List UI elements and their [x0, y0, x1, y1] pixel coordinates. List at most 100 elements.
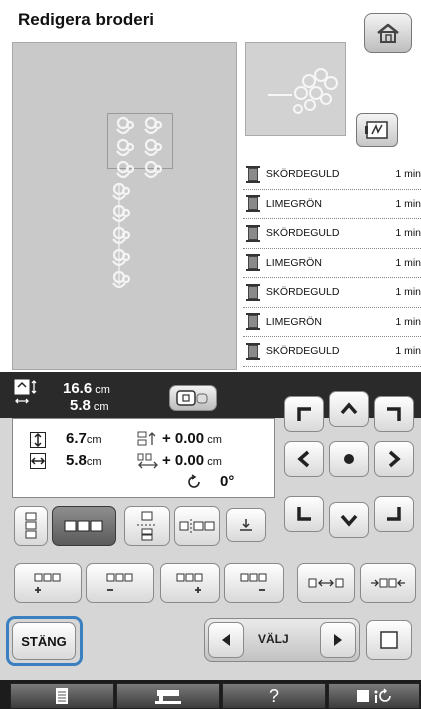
- preview-button[interactable]: [356, 113, 398, 147]
- thread-row[interactable]: LIMEGRÖN 1 min: [243, 249, 421, 278]
- layout-split-horizontal-button[interactable]: [174, 506, 220, 546]
- info-offset-x: + 0.00 cm: [162, 452, 222, 469]
- sewing-machine-icon: [155, 690, 181, 704]
- embroidery-canvas[interactable]: [12, 42, 237, 370]
- design-thumbnail: [245, 42, 346, 136]
- embroidery-design: [112, 116, 163, 289]
- size-height-unit: cm: [95, 384, 110, 396]
- corner-down-right-icon: [387, 507, 401, 521]
- arrow-down-box-icon: [240, 519, 252, 531]
- size-height-value: 16.6: [63, 380, 93, 397]
- info-width-unit: cm: [86, 456, 102, 468]
- repeat-remove-icon: [106, 573, 133, 591]
- thread-row[interactable]: SKÖRDEGULD 1 min: [243, 219, 421, 249]
- thread-name: SKÖRDEGULD: [265, 345, 340, 358]
- info-offset-y: + 0.00 cm: [162, 430, 222, 447]
- spool-icon: [246, 224, 260, 242]
- tab-machine[interactable]: [116, 683, 220, 709]
- thread-time: 1 min: [395, 197, 421, 210]
- layout-split-vertical-button[interactable]: [124, 506, 170, 546]
- layout-vertical-icon: [25, 512, 37, 539]
- spacing-narrow-icon: [371, 578, 405, 588]
- offset-y-unit: cm: [207, 434, 222, 446]
- spacing-widen-icon: [308, 578, 344, 588]
- center-button[interactable]: [329, 441, 369, 477]
- thread-time: 1 min: [395, 345, 421, 358]
- info-height: 6.7cm: [66, 430, 102, 447]
- select-next-button[interactable]: [320, 622, 356, 658]
- info-width: 5.8cm: [66, 452, 102, 469]
- move-right-button[interactable]: [374, 441, 414, 477]
- hoop-select-button[interactable]: [169, 385, 217, 411]
- move-left-button[interactable]: [284, 441, 324, 477]
- tab-help[interactable]: ?: [222, 683, 326, 709]
- move-up-right-button[interactable]: [374, 396, 414, 432]
- thread-name: LIMEGRÖN: [265, 315, 322, 328]
- repeat-remove-right-icon: [240, 573, 267, 591]
- thread-row[interactable]: SKÖRDEGULD 1 min: [243, 278, 421, 308]
- thread-time: 1 min: [395, 168, 421, 181]
- info-height-unit: cm: [86, 434, 102, 446]
- thread-name: LIMEGRÖN: [265, 197, 322, 210]
- repeat-down-button[interactable]: [226, 508, 266, 542]
- thread-name: SKÖRDEGULD: [265, 168, 340, 181]
- spool-icon: [246, 254, 260, 272]
- repeat-add-icon: [34, 573, 61, 593]
- select-label: VÄLJ: [258, 632, 289, 646]
- layout-horizontal-icon: [64, 520, 103, 532]
- size-width-unit: cm: [93, 401, 109, 413]
- remove-repeat-right-button[interactable]: [224, 563, 284, 603]
- thread-row[interactable]: LIMEGRÖN 1 min: [243, 190, 421, 219]
- repeat-add-right-icon: [176, 573, 203, 593]
- thread-row[interactable]: LIMEGRÖN 1 min: [243, 308, 421, 337]
- info-rotation: 0°: [220, 473, 235, 490]
- spacing-widen-button[interactable]: [297, 563, 355, 603]
- size-icon: [14, 379, 37, 404]
- close-button[interactable]: STÄNG: [12, 622, 76, 660]
- spacing-narrow-button[interactable]: [360, 563, 416, 603]
- page-title: Redigera broderi: [18, 10, 155, 29]
- thread-time: 1 min: [395, 286, 421, 299]
- height-arrows-icon: [30, 432, 46, 448]
- hoop-icon: [176, 390, 208, 406]
- tab-settings[interactable]: [328, 683, 420, 709]
- offset-vertical-icon: [137, 431, 156, 446]
- chevron-left-icon: [297, 450, 310, 468]
- rotate-icon: [188, 474, 200, 488]
- add-repeat-button[interactable]: [14, 563, 82, 603]
- select-all-button[interactable]: [366, 620, 412, 660]
- size-height: 16.6 cm: [63, 380, 110, 397]
- move-up-button[interactable]: [329, 391, 369, 427]
- chevron-right-icon: [388, 450, 401, 468]
- center-dot-icon: [344, 454, 354, 464]
- thread-row[interactable]: SKÖRDEGULD 1 min: [243, 337, 421, 367]
- home-button[interactable]: [364, 13, 412, 53]
- layout-split-vertical-icon: [137, 511, 157, 541]
- settings-icon: [357, 688, 391, 703]
- chevron-up-icon: [340, 402, 358, 415]
- triangle-left-icon: [222, 634, 230, 646]
- spool-icon: [246, 165, 260, 183]
- thread-row[interactable]: SKÖRDEGULD 1 min: [243, 160, 421, 190]
- thread-name: SKÖRDEGULD: [265, 286, 340, 299]
- select-previous-button[interactable]: [208, 622, 244, 658]
- move-down-button[interactable]: [329, 502, 369, 538]
- move-down-left-button[interactable]: [284, 496, 324, 532]
- thread-name: LIMEGRÖN: [265, 256, 322, 269]
- offset-x-value: + 0.00: [162, 452, 205, 469]
- spool-icon: [246, 313, 260, 331]
- hoop-view-icon: [365, 121, 388, 139]
- remove-repeat-button[interactable]: [86, 563, 154, 603]
- thread-time: 1 min: [395, 227, 421, 240]
- layout-horizontal-button[interactable]: [52, 506, 116, 546]
- add-repeat-right-button[interactable]: [160, 563, 220, 603]
- info-width-value: 5.8: [66, 452, 87, 469]
- thread-color-list[interactable]: SKÖRDEGULD 1 min LIMEGRÖN 1 min SKÖRDEGU…: [243, 160, 421, 367]
- layout-vertical-button[interactable]: [14, 506, 48, 546]
- thread-time: 1 min: [395, 256, 421, 269]
- move-up-left-button[interactable]: [284, 396, 324, 432]
- move-down-right-button[interactable]: [374, 496, 414, 532]
- chevron-down-icon: [340, 514, 358, 527]
- tab-page[interactable]: [10, 683, 114, 709]
- offset-horizontal-icon: [137, 453, 158, 469]
